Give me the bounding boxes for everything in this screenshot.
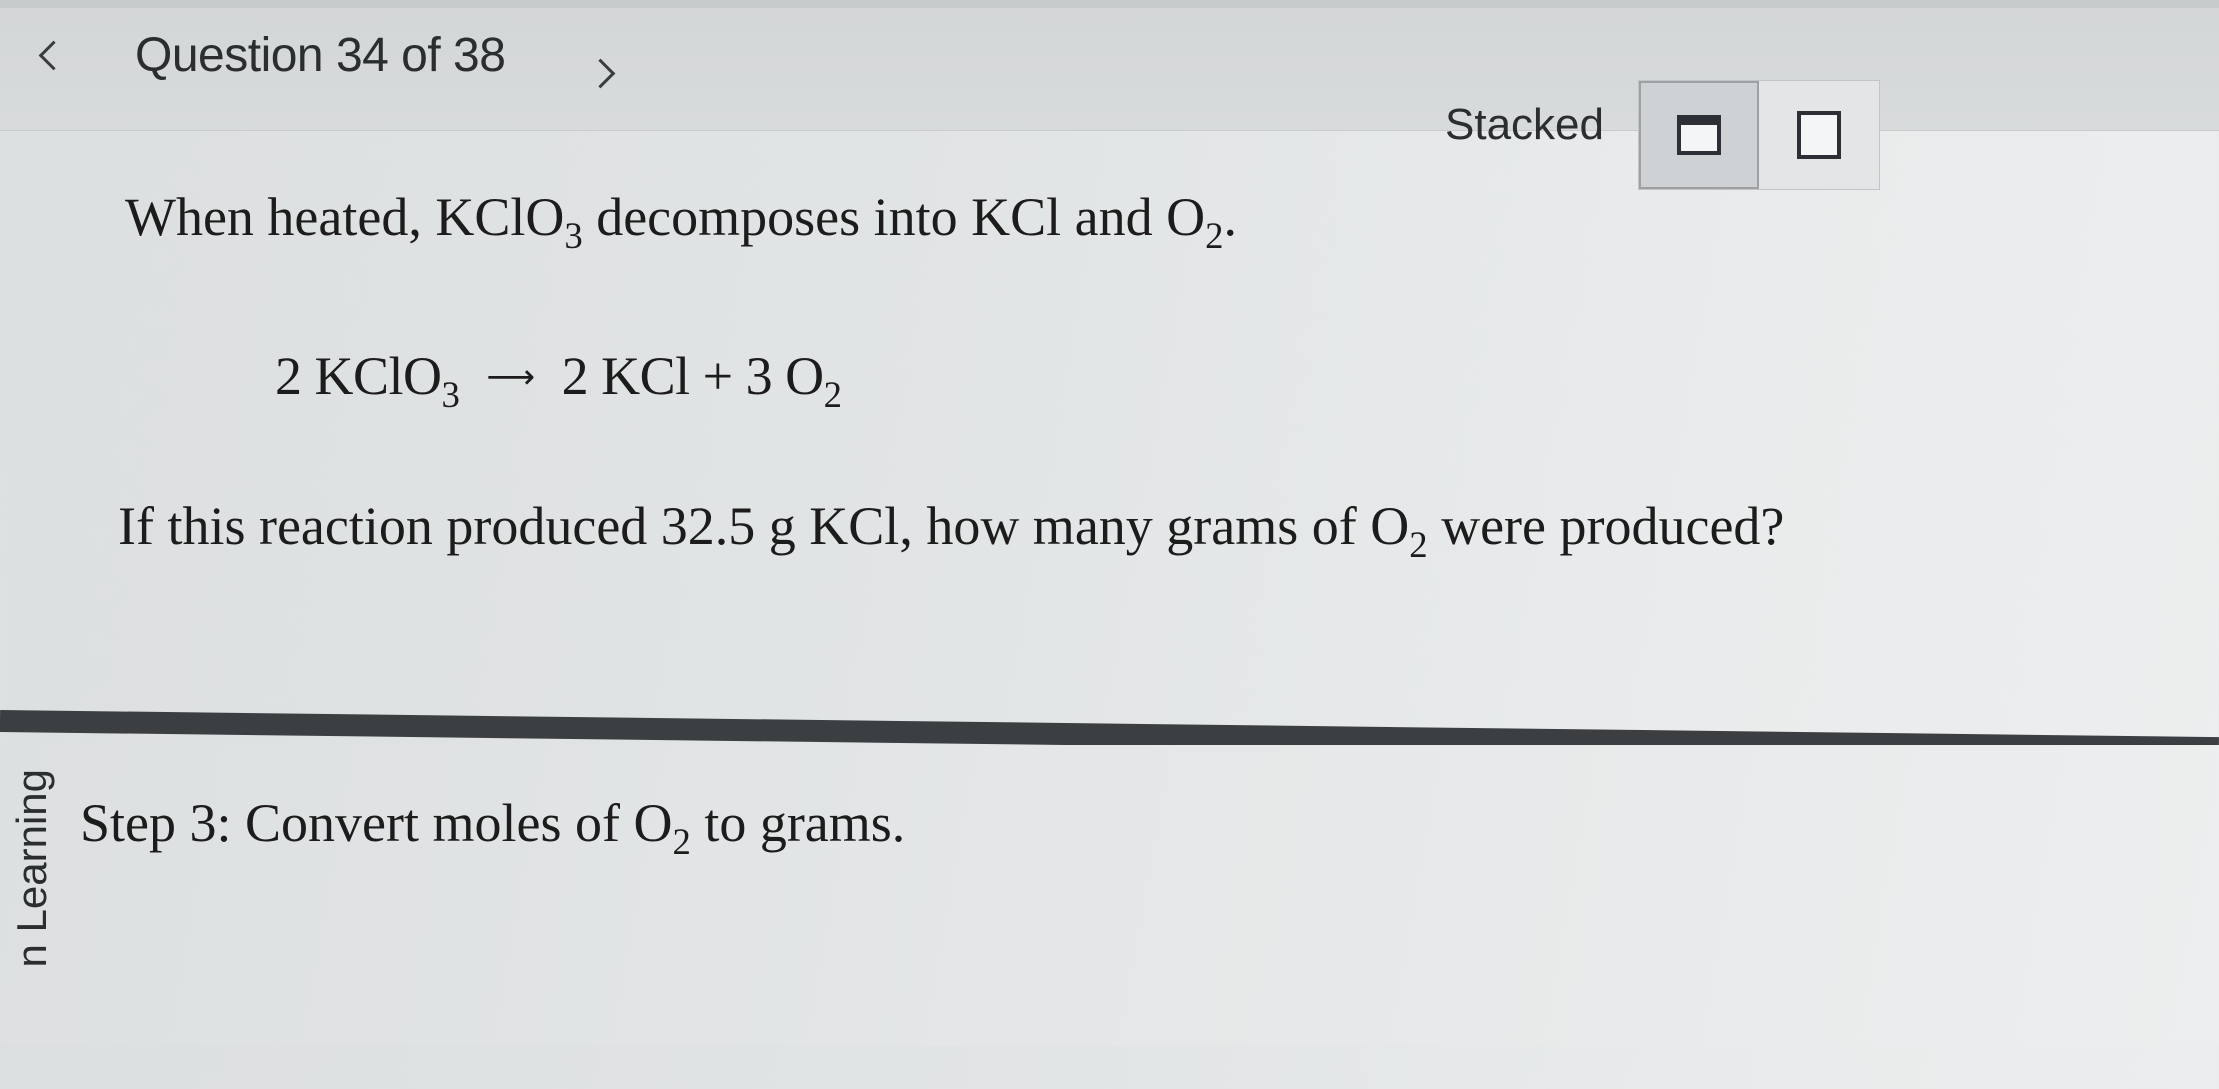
coefficient: 2 xyxy=(275,346,302,406)
step-panel xyxy=(0,745,2219,1045)
intro-mid-text: decomposes into KCl and O2 xyxy=(596,187,1224,256)
chevron-left-icon xyxy=(38,40,68,70)
stacked-view-button[interactable] xyxy=(1639,81,1759,189)
plus-sign: + xyxy=(702,346,733,406)
chevron-right-icon xyxy=(585,58,615,88)
single-view-button[interactable] xyxy=(1759,81,1879,189)
chemical-equation: 2 KClO3 ⟶ 2 KCl + 3 O2 xyxy=(275,345,842,415)
sidebar-brand-label: n Learning xyxy=(8,769,55,968)
step-instruction: Step 3: Convert moles of O2 to grams. xyxy=(80,793,906,862)
next-question-button[interactable] xyxy=(575,38,625,108)
question-header: Question 34 of 38 xyxy=(0,0,2219,131)
problem-statement: When heated, KClO3 decomposes into KCl a… xyxy=(125,185,1238,256)
view-mode-label: Stacked xyxy=(1445,100,1604,149)
single-layout-icon xyxy=(1797,111,1841,159)
question-counter: Question 34 of 38 xyxy=(135,29,506,82)
intro-text: When heated, xyxy=(125,187,422,247)
previous-question-button[interactable] xyxy=(28,20,78,90)
reaction-arrow-icon: ⟶ xyxy=(486,357,535,397)
coefficient: 2 xyxy=(561,346,589,406)
equation-reactant: KClO3 xyxy=(314,346,460,415)
coefficient: 3 xyxy=(745,346,773,406)
question-text: If this reaction produced 32.5 g KCl, ho… xyxy=(118,496,1785,565)
intro-end: . xyxy=(1223,187,1238,247)
reactant-formula: KClO3 xyxy=(435,187,583,256)
equation-product: O2 xyxy=(785,346,842,415)
equation-product: KCl xyxy=(601,346,690,406)
stacked-layout-icon xyxy=(1677,115,1721,155)
view-mode-toggle xyxy=(1638,80,1880,190)
